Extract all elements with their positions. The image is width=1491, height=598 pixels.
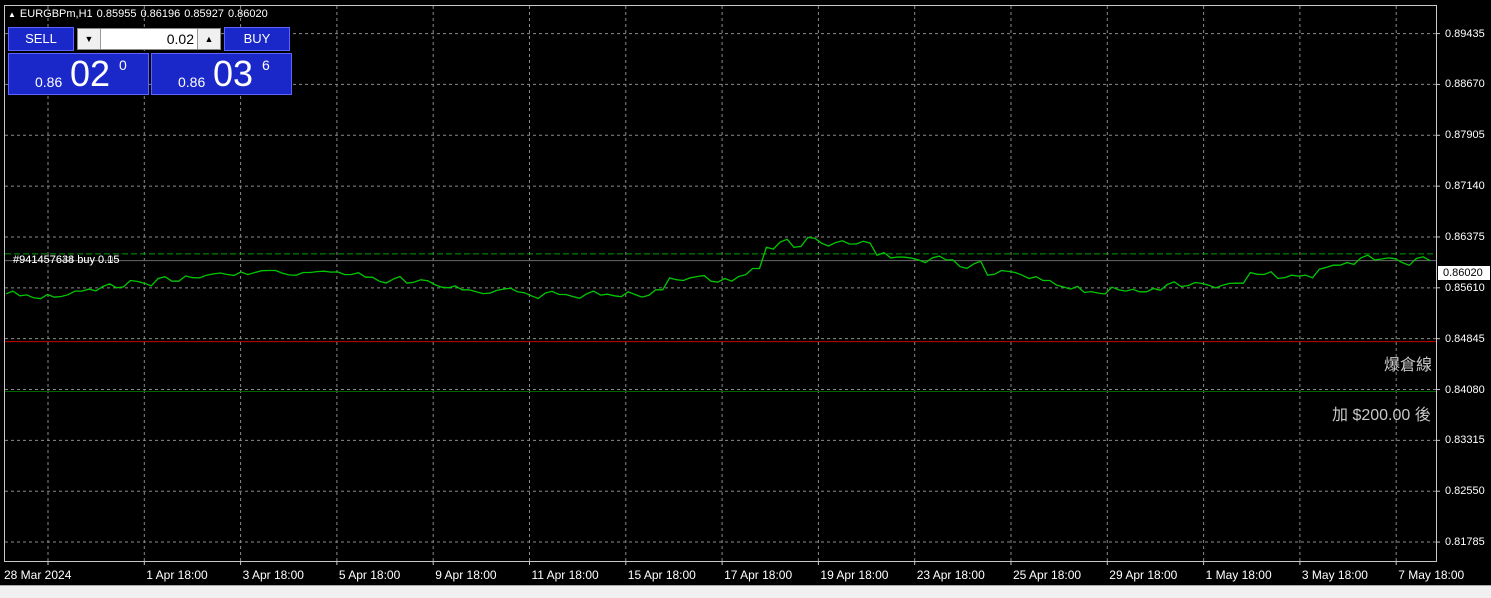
low-price: 0.85927 — [184, 8, 224, 20]
one-click-trading-panel: SELL ▼ 0.02 ▲ BUY 0.86 02 0 0.86 03 6 — [8, 27, 292, 95]
time-axis-label: 11 Apr 18:00 — [531, 568, 599, 582]
add-funds-line-label: 加 $200.00 後 — [1332, 407, 1431, 424]
collapse-triangle-icon[interactable]: ▲ — [8, 10, 16, 19]
time-axis-label: 5 Apr 18:00 — [338, 568, 401, 582]
sell-button[interactable]: SELL — [8, 27, 74, 51]
bid-price-prefix: 0.86 — [35, 74, 63, 90]
time-axis-label: 9 Apr 18:00 — [435, 568, 497, 582]
volume-value[interactable]: 0.02 — [167, 31, 194, 47]
price-axis-label: 0.81785 — [1445, 536, 1485, 549]
price-axis-label: 0.82550 — [1445, 485, 1485, 498]
ask-price-box[interactable]: 0.86 03 6 — [151, 53, 292, 95]
time-axis-label: 28 Mar 2024 — [4, 568, 72, 582]
bottom-scrollbar[interactable] — [0, 585, 1491, 598]
time-axis-label: 17 Apr 18:00 — [724, 568, 793, 582]
price-axis-label: 0.83315 — [1445, 434, 1485, 447]
volume-field[interactable]: ▼ 0.02 ▲ — [77, 28, 221, 50]
price-axis-label: 0.88670 — [1445, 78, 1485, 91]
ask-price-fraction: 6 — [262, 57, 270, 73]
bid-price-fraction: 0 — [119, 57, 127, 73]
order-label-overlap: #941457644 buy 0.05 — [13, 254, 120, 266]
time-axis-label: 29 Apr 18:00 — [1109, 568, 1178, 582]
price-axis-label: 0.87140 — [1445, 180, 1485, 193]
price-axis-label: 0.84845 — [1445, 332, 1485, 345]
symbol-label: EURGBPm,H1 — [19, 8, 93, 20]
buy-button[interactable]: BUY — [224, 27, 290, 51]
order-line-label[interactable]: #941457638 buy 0.15 #941457644 buy 0.05 — [13, 254, 119, 266]
price-axis-label: 0.85610 — [1445, 281, 1485, 294]
chart-header: ▲ EURGBPm,H1 0.85955 0.86196 0.85927 0.8… — [8, 8, 268, 20]
time-axis-label: 1 May 18:00 — [1205, 568, 1272, 582]
price-axis-label: 0.89435 — [1445, 27, 1485, 40]
volume-increase-icon[interactable]: ▲ — [197, 29, 220, 49]
liquidation-line-label: 爆倉線 — [1384, 357, 1433, 374]
close-price: 0.86020 — [227, 8, 268, 20]
time-axis-label: 3 Apr 18:00 — [242, 568, 304, 582]
bid-price-pips: 02 — [70, 53, 111, 94]
time-axis-label: 3 May 18:00 — [1301, 568, 1368, 582]
time-axis-label: 19 Apr 18:00 — [820, 568, 889, 582]
current-price-tag: 0.86020 — [1438, 266, 1490, 280]
time-axis-label: 15 Apr 18:00 — [627, 568, 696, 582]
ask-price-prefix: 0.86 — [178, 74, 206, 90]
price-axis-label: 0.87905 — [1445, 129, 1485, 142]
time-axis-label: 25 Apr 18:00 — [1013, 568, 1082, 582]
high-price: 0.86196 — [140, 8, 181, 20]
time-axis-label: 1 Apr 18:00 — [146, 568, 208, 582]
price-axis-label: 0.86375 — [1445, 230, 1485, 243]
bid-price-box[interactable]: 0.86 02 0 — [8, 53, 149, 95]
time-axis-label: 23 Apr 18:00 — [916, 568, 985, 582]
volume-decrease-icon[interactable]: ▼ — [78, 29, 101, 49]
price-axis-label: 0.84080 — [1445, 383, 1485, 396]
ask-price-pips: 03 — [213, 53, 254, 94]
open-price: 0.85955 — [96, 8, 137, 20]
price-series-line — [5, 236, 1431, 300]
time-axis-label: 7 May 18:00 — [1398, 568, 1465, 582]
